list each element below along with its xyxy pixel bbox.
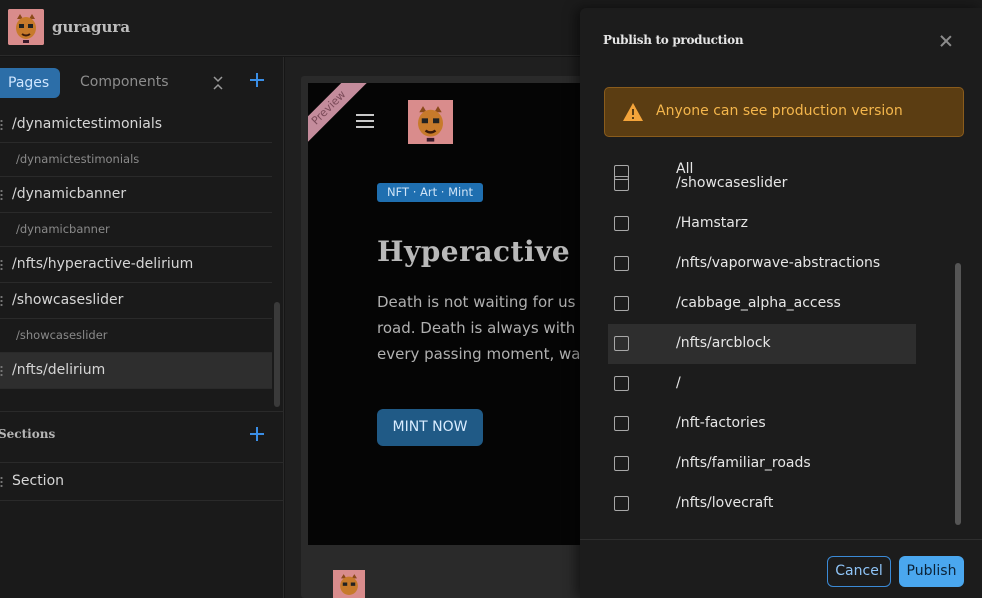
item-path: /cabbage_alpha_access <box>676 295 841 311</box>
item-path: /nfts/familiar_roads <box>676 455 811 471</box>
alert-text: Anyone can see production version <box>656 103 903 119</box>
page-row-selected[interactable]: /nfts/delirium <box>0 353 272 389</box>
item-path: /Hamstarz <box>676 215 748 231</box>
publish-dialog: Publish to production Anyone can see pro… <box>580 8 982 598</box>
page-path: /dynamictestimonials <box>12 116 163 132</box>
mint-now-button[interactable]: MINT NOW <box>377 409 483 446</box>
app-logo[interactable] <box>8 9 44 45</box>
page-row[interactable]: /nfts/hyperactive-delirium <box>0 247 272 283</box>
publish-item[interactable]: /Hamstarz <box>608 204 916 244</box>
page-subrow[interactable]: /showcaseslider <box>0 319 272 353</box>
item-path: /nfts/vaporwave-abstractions <box>676 255 881 271</box>
publish-button[interactable]: Publish <box>899 556 964 587</box>
drag-handle-icon[interactable] <box>0 295 3 307</box>
item-checkbox[interactable] <box>614 216 629 231</box>
publish-item[interactable]: /cabbage_alpha_access <box>608 284 916 324</box>
page-subrow[interactable]: /dynamicbanner <box>0 213 272 247</box>
page-subpath: /dynamicbanner <box>16 222 110 236</box>
collapse-icon[interactable] <box>212 75 224 91</box>
pages-list: /dynamictestimonials /dynamictestimonial… <box>0 107 272 389</box>
cancel-button[interactable]: Cancel <box>827 556 891 587</box>
publish-item[interactable]: /nfts/familiar_roads <box>608 444 916 484</box>
item-checkbox[interactable] <box>614 336 629 351</box>
footer-logo <box>333 570 365 598</box>
add-page-icon[interactable] <box>249 72 265 88</box>
menu-icon[interactable] <box>356 114 374 128</box>
sections-header: Sections <box>0 411 284 463</box>
page-row[interactable]: /dynamictestimonials <box>0 107 272 143</box>
publish-page-list: All /showcaseslider /Hamstarz /nfts/vapo… <box>608 157 954 537</box>
section-label: Section <box>12 473 65 489</box>
dialog-divider <box>580 539 982 540</box>
item-path: / <box>676 375 681 391</box>
item-checkbox[interactable] <box>614 456 629 471</box>
item-checkbox[interactable] <box>614 496 629 511</box>
item-path: /nfts/arcblock <box>676 335 771 351</box>
tab-components[interactable]: Components <box>80 74 169 90</box>
drag-handle-icon[interactable] <box>0 119 3 131</box>
publish-item[interactable]: /nfts/arcblock <box>608 324 916 364</box>
preview-logo <box>408 100 453 144</box>
tab-pages[interactable]: Pages <box>0 68 60 98</box>
dialog-title: Publish to production <box>603 33 744 47</box>
page-row[interactable]: /dynamicbanner <box>0 177 272 213</box>
page-subpath: /showcaseslider <box>16 328 108 342</box>
item-checkbox[interactable] <box>614 296 629 311</box>
publish-item[interactable]: /nfts/lovecraft <box>608 484 916 524</box>
item-path: /showcaseslider <box>676 175 788 191</box>
hero-tag: NFT · Art · Mint <box>377 183 483 202</box>
page-path: /nfts/hyperactive-delirium <box>12 256 194 272</box>
item-path: /nft-factories <box>676 415 766 431</box>
close-icon[interactable] <box>940 35 952 47</box>
page-row[interactable]: /showcaseslider <box>0 283 272 319</box>
item-checkbox[interactable] <box>614 416 629 431</box>
page-path: /nfts/delirium <box>12 362 106 378</box>
preview-hero: Preview NFT · Art · Mint Hyperactive Del… <box>308 83 591 545</box>
warning-icon <box>622 102 644 122</box>
item-checkbox[interactable] <box>614 176 629 191</box>
publish-item[interactable]: /nfts/vaporwave-abstractions <box>608 244 916 284</box>
page-preview: Preview NFT · Art · Mint Hyperactive Del… <box>301 76 591 598</box>
item-checkbox[interactable] <box>614 376 629 391</box>
page-subrow[interactable]: /dynamictestimonials <box>0 143 272 177</box>
list-scrollbar[interactable] <box>955 263 961 525</box>
hero-title: Hyperactive Delirium <box>377 235 591 268</box>
publish-item[interactable]: /showcaseslider <box>608 164 916 204</box>
publish-item[interactable]: /nft-factories <box>608 404 916 444</box>
page-path: /dynamicbanner <box>12 186 127 202</box>
drag-handle-icon[interactable] <box>0 189 3 201</box>
hero-text: Death is not waiting for us at the end o… <box>377 293 591 363</box>
app-brand: guragura <box>52 18 131 36</box>
publish-item[interactable]: / <box>608 364 916 404</box>
item-checkbox[interactable] <box>614 256 629 271</box>
item-path: /nfts/lovecraft <box>676 495 774 511</box>
pages-panel: Pages Components /dynamictestimonials /d… <box>0 57 284 598</box>
sections-title: Sections <box>0 427 56 441</box>
page-path: /showcaseslider <box>12 292 124 308</box>
drag-handle-icon[interactable] <box>0 365 3 377</box>
pages-scrollbar[interactable] <box>274 302 280 407</box>
warning-alert: Anyone can see production version <box>604 87 964 137</box>
page-subpath: /dynamictestimonials <box>16 152 140 166</box>
drag-handle-icon[interactable] <box>0 476 3 488</box>
section-item[interactable]: Section <box>0 463 284 501</box>
drag-handle-icon[interactable] <box>0 259 3 271</box>
